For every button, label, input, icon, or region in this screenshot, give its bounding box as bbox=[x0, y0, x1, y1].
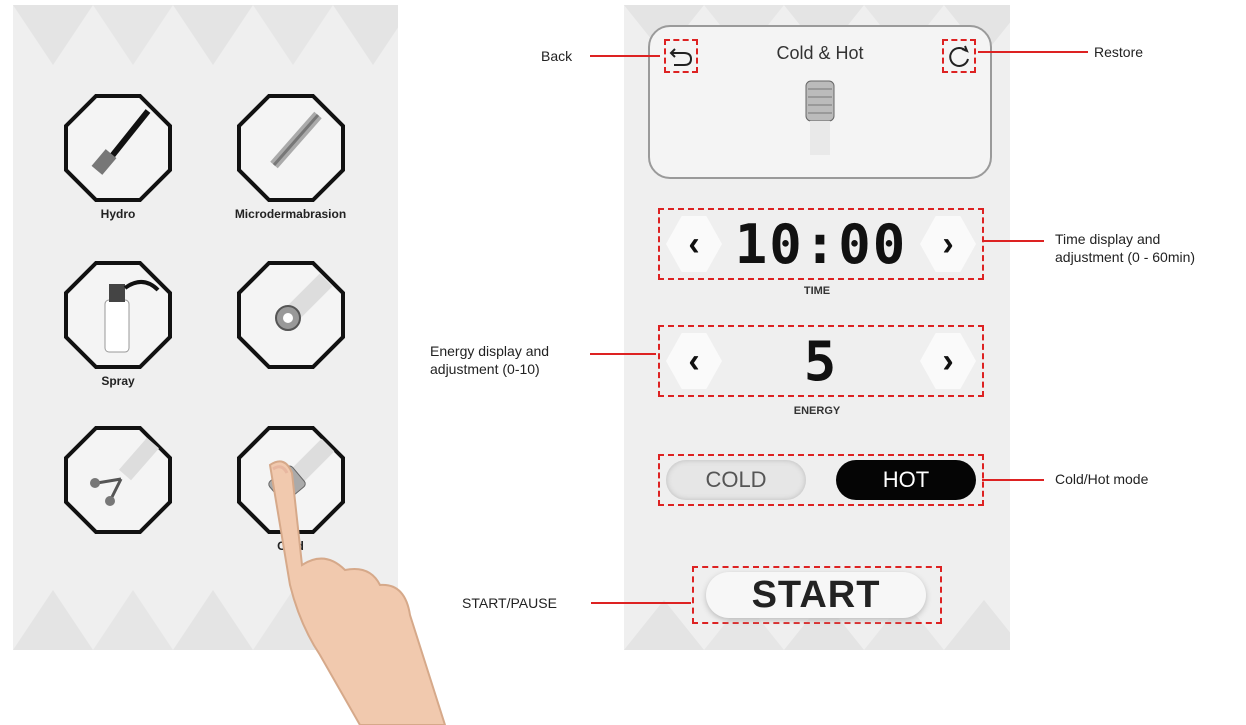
leader-line bbox=[982, 240, 1044, 242]
annotation-mode: Cold/Hot mode bbox=[1055, 471, 1149, 487]
decorative-pattern-top bbox=[13, 5, 398, 65]
leader-line bbox=[590, 353, 656, 355]
annotation-energy-line1: Energy display and bbox=[430, 343, 550, 359]
leader-line bbox=[590, 55, 660, 57]
annotation-time: Time display and adjustment (0 - 60min) bbox=[1055, 230, 1195, 266]
cold-hot-handpiece-image bbox=[805, 80, 835, 155]
energy-caption: ENERGY bbox=[793, 405, 841, 417]
menu-item-roller[interactable] bbox=[223, 260, 358, 374]
menu-item-microdermabrasion[interactable]: Microdermabrasion bbox=[223, 93, 358, 221]
menu-item-spray[interactable]: Spray bbox=[58, 260, 178, 388]
energy-adjust-row: ‹ 5 › bbox=[658, 325, 984, 397]
menu-item-hydro[interactable]: Hydro bbox=[58, 93, 178, 221]
restore-icon bbox=[949, 45, 969, 67]
leader-line bbox=[978, 51, 1088, 53]
cold-mode-button[interactable]: COLD bbox=[666, 460, 806, 500]
hydro-handpiece-icon bbox=[63, 93, 173, 203]
menu-item-dual-ball[interactable] bbox=[58, 425, 178, 539]
time-caption: TIME bbox=[803, 285, 831, 297]
pointing-hand-icon bbox=[268, 460, 447, 725]
dual-ball-handpiece-icon bbox=[63, 425, 173, 535]
annotation-energy: Energy display and adjustment (0-10) bbox=[430, 342, 549, 378]
roller-handpiece-icon bbox=[236, 260, 346, 370]
annotation-time-line1: Time display and bbox=[1055, 231, 1161, 247]
mode-header-card: Cold & Hot bbox=[648, 25, 992, 179]
time-adjust-row: ‹ 10:00 › bbox=[658, 208, 984, 280]
annotation-energy-line2: adjustment (0-10) bbox=[430, 361, 540, 377]
annotation-start: START/PAUSE bbox=[462, 595, 557, 611]
annotation-restore: Restore bbox=[1094, 44, 1144, 60]
start-pause-area: START bbox=[692, 566, 942, 624]
restore-button[interactable] bbox=[942, 39, 976, 73]
screen-title: Cold & Hot bbox=[776, 43, 864, 63]
annotation-time-line2: adjustment (0 - 60min) bbox=[1055, 249, 1196, 265]
annotation-back: Back bbox=[541, 48, 573, 64]
menu-label: Hydro bbox=[100, 207, 136, 221]
start-button[interactable]: START bbox=[706, 572, 926, 618]
cold-hot-screen: Cold & Hot ‹ 10:00 › TIME ‹ 5 › ENERGY C… bbox=[624, 5, 1010, 650]
menu-label: Microdermabrasion bbox=[234, 207, 347, 221]
mode-toggle: COLD HOT bbox=[658, 454, 984, 506]
hot-mode-button[interactable]: HOT bbox=[836, 460, 976, 500]
spray-bottle-icon bbox=[63, 260, 173, 370]
leader-line bbox=[591, 602, 691, 604]
menu-label: Spray bbox=[101, 374, 135, 388]
leader-line bbox=[982, 479, 1044, 481]
microdermabrasion-wand-icon bbox=[236, 93, 346, 203]
